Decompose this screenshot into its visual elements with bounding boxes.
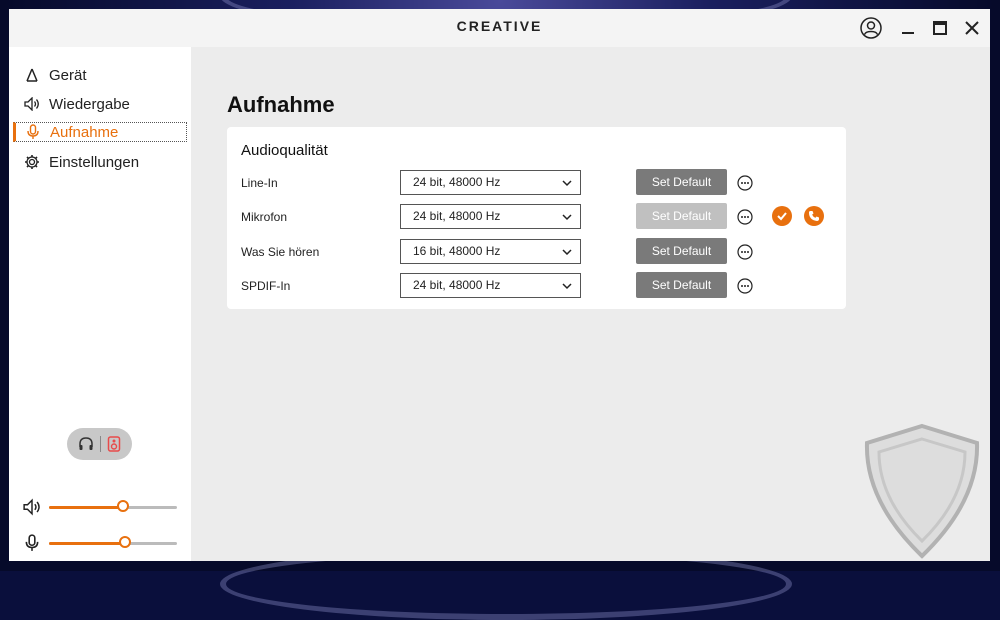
sidebar-item-label: Wiedergabe (49, 95, 130, 113)
select-value: 24 bit, 48000 Hz (413, 278, 501, 292)
headphones-icon (79, 437, 93, 450)
maximize-icon (933, 21, 947, 35)
set-default-button[interactable]: Set Default (636, 169, 727, 195)
default-device-badge (772, 206, 792, 226)
minimize-button[interactable] (895, 15, 921, 41)
page-title: Aufnahme (227, 92, 335, 117)
row-label: Mikrofon (241, 210, 288, 224)
sidebar-item-wiedergabe[interactable]: Wiedergabe (13, 94, 187, 114)
quality-row-spdif-in: SPDIF-In 24 bit, 48000 Hz Set Default (227, 272, 846, 299)
sidebar-item-aufnahme[interactable]: Aufnahme (13, 122, 187, 142)
chevron-down-icon (562, 180, 572, 187)
volume-slider-thumb[interactable] (117, 500, 130, 512)
audio-quality-card: Audioqualität Line-In 24 bit, 48000 Hz S… (227, 127, 846, 309)
more-options-icon[interactable] (737, 244, 753, 260)
account-button[interactable] (858, 15, 884, 41)
gear-icon (23, 153, 41, 171)
quality-select[interactable]: 24 bit, 48000 Hz (400, 273, 581, 298)
speaker-icon (23, 95, 41, 113)
quality-select[interactable]: 24 bit, 48000 Hz (400, 204, 581, 229)
toggle-divider (100, 436, 101, 452)
row-label: Line-In (241, 176, 278, 190)
sidebar-item-label: Einstellungen (49, 153, 140, 171)
select-value: 16 bit, 48000 Hz (413, 244, 501, 258)
sidebar: Gerät Wiedergabe Aufnahme Einstellungen (9, 47, 191, 561)
minimize-icon (902, 32, 914, 34)
quality-select[interactable]: 24 bit, 48000 Hz (400, 170, 581, 195)
sidebar-item-geraet[interactable]: Gerät (13, 65, 187, 85)
maximize-button[interactable] (927, 15, 953, 41)
mic-volume-slider-thumb[interactable] (118, 536, 131, 548)
sidebar-item-einstellungen[interactable]: Einstellungen (13, 152, 187, 172)
chevron-down-icon (562, 249, 572, 256)
row-label: Was Sie hören (241, 245, 320, 259)
select-value: 24 bit, 48000 Hz (413, 175, 501, 189)
volume-slider[interactable] (49, 500, 177, 512)
default-communication-badge (804, 206, 824, 226)
sidebar-item-label: Gerät (49, 66, 87, 84)
row-label: SPDIF-In (241, 279, 291, 293)
microphone-level-icon (25, 534, 39, 551)
chevron-down-icon (562, 283, 572, 290)
chevron-down-icon (562, 214, 572, 221)
microphone-icon (24, 123, 42, 141)
volume-icon (23, 498, 40, 516)
quality-row-was-sie-hoeren: Was Sie hören 16 bit, 48000 Hz Set Defau… (227, 238, 846, 265)
user-icon (860, 17, 882, 39)
watermark-shield-icon (864, 423, 980, 559)
more-options-icon[interactable] (737, 209, 753, 225)
more-options-icon[interactable] (737, 278, 753, 294)
volume-slider-row (23, 497, 183, 517)
title-bar: CREATIVE (9, 9, 990, 47)
output-device-toggle[interactable] (67, 428, 132, 460)
set-default-button[interactable]: Set Default (636, 238, 727, 264)
quality-row-line-in: Line-In 24 bit, 48000 Hz Set Default (227, 169, 846, 196)
more-options-icon[interactable] (737, 175, 753, 191)
section-title: Audioqualität (241, 142, 328, 159)
app-window: CREATIVE Gerät Wiedergabe Aufnahme Einst… (9, 9, 990, 561)
device-icon (23, 66, 41, 84)
close-button[interactable] (959, 15, 985, 41)
volume-slider-fill (49, 506, 124, 509)
phone-icon (809, 211, 819, 221)
set-default-button[interactable]: Set Default (636, 272, 727, 298)
quality-row-mikrofon: Mikrofon 24 bit, 48000 Hz Set Default (227, 203, 846, 230)
mic-volume-slider-fill (49, 542, 125, 545)
close-icon (965, 21, 979, 35)
speaker-box-icon (107, 436, 121, 452)
set-default-button: Set Default (636, 203, 727, 229)
mic-volume-slider-row (23, 533, 183, 553)
brand-logo: CREATIVE (456, 18, 543, 34)
mic-volume-slider[interactable] (49, 536, 177, 548)
sidebar-item-label: Aufnahme (50, 123, 119, 141)
quality-select[interactable]: 16 bit, 48000 Hz (400, 239, 581, 264)
checkmark-icon (777, 212, 787, 221)
select-value: 24 bit, 48000 Hz (413, 209, 501, 223)
